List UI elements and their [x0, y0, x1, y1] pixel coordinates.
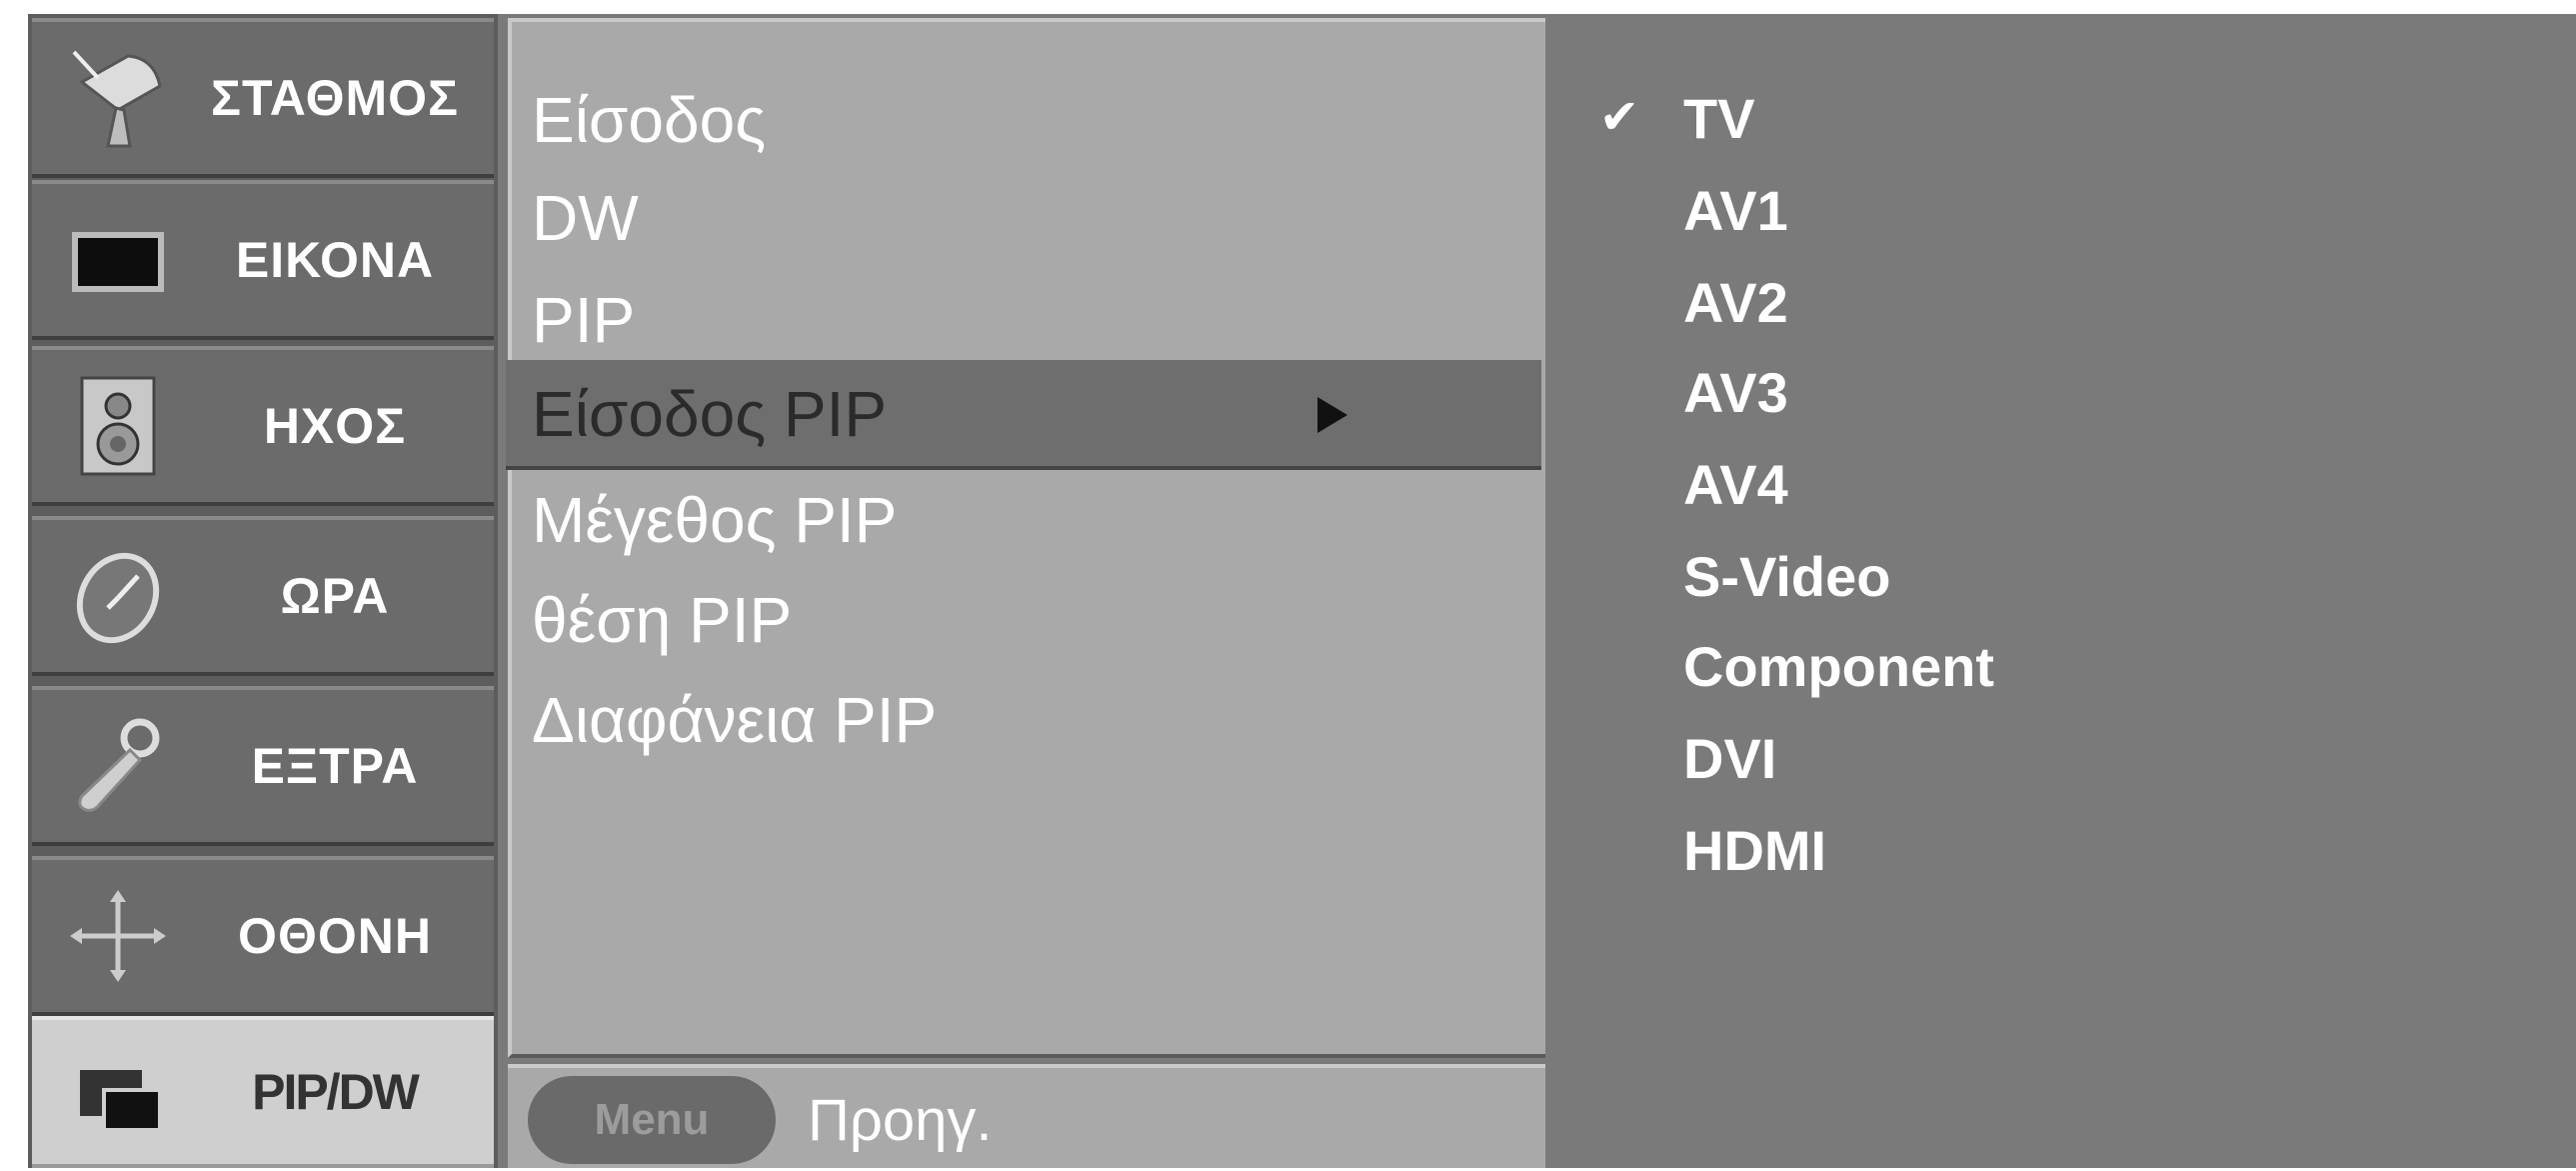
screen-adjust-icon — [68, 886, 168, 986]
submenu-item-pip-size[interactable]: Μέγεθος PIP — [532, 472, 897, 568]
sidebar-item-label: ΕΙΚΟΝΑ — [235, 232, 435, 288]
sidebar-item-picture[interactable]: ΕΙΚΟΝΑ — [32, 180, 494, 340]
sidebar-item-extra[interactable]: ΕΞΤΡΑ — [32, 686, 494, 846]
sidebar-item-pip-dw[interactable]: PIP/DW — [32, 1016, 494, 1168]
sidebar-item-label: ΗΧΟΣ — [263, 398, 407, 454]
clock-icon — [68, 546, 168, 646]
submenu-item-dw[interactable]: DW — [532, 170, 639, 266]
speaker-icon — [68, 376, 168, 476]
checkmark-icon: ✔ — [1598, 91, 1640, 144]
option-component[interactable]: Component — [1683, 626, 1994, 706]
submenu-item-pip-position[interactable]: θέση PIP — [532, 572, 792, 668]
submenu-item-pip-transparency[interactable]: Διαφάνεια PIP — [532, 672, 937, 768]
sidebar-item-label: ΕΞΤΡΑ — [251, 738, 419, 794]
option-av1[interactable]: AV1 — [1683, 170, 1788, 250]
sidebar-item-screen[interactable]: ΟΘΟΝΗ — [32, 856, 494, 1016]
option-tv[interactable]: TV — [1683, 78, 1755, 158]
option-hdmi[interactable]: HDMI — [1683, 810, 1826, 890]
pip-icon — [68, 1050, 168, 1150]
option-av2[interactable]: AV2 — [1683, 262, 1788, 342]
option-av4[interactable]: AV4 — [1683, 444, 1788, 524]
submenu-arrow-icon — [1317, 397, 1347, 433]
sidebar-item-station[interactable]: ΣΤΑΘΜΟΣ — [32, 18, 494, 178]
option-av3[interactable]: AV3 — [1683, 352, 1788, 432]
submenu-item-input[interactable]: Είσοδος — [532, 72, 766, 168]
back-label: Προηγ. — [808, 1087, 993, 1153]
picture-icon — [68, 210, 168, 310]
sidebar-item-label: ΣΤΑΘΜΟΣ — [210, 70, 460, 126]
sidebar-item-time[interactable]: ΩΡΑ — [32, 516, 494, 676]
satellite-dish-icon — [68, 48, 168, 148]
sidebar-item-label: ΟΘΟΝΗ — [238, 908, 432, 964]
submenu-item-pip[interactable]: PIP — [532, 272, 635, 368]
option-dvi[interactable]: DVI — [1683, 718, 1776, 798]
sidebar-item-label: PIP/DW — [252, 1064, 420, 1120]
sidebar-item-sound[interactable]: ΗΧΟΣ — [32, 346, 494, 506]
tools-icon — [68, 716, 168, 816]
option-s-video[interactable]: S-Video — [1683, 536, 1890, 616]
menu-button[interactable]: Menu — [528, 1076, 776, 1164]
submenu-item-pip-input[interactable]: Είσοδος PIP — [532, 366, 887, 462]
sidebar-item-label: ΩΡΑ — [280, 568, 390, 624]
